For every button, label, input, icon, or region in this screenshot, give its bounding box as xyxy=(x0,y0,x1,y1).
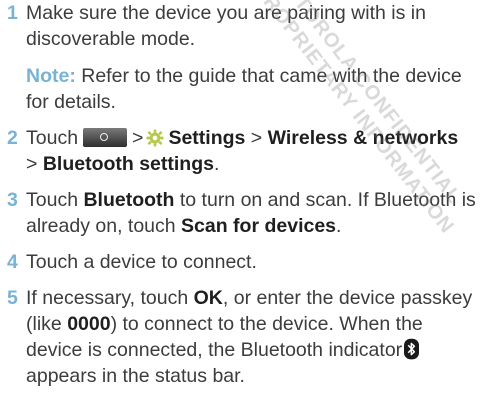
step-3: 3 Touch Bluetooth to turn on and scan. I… xyxy=(0,187,486,239)
step-number: 3 xyxy=(7,189,18,211)
passkey-example: 0000 xyxy=(67,313,111,335)
settings-label: Settings xyxy=(168,127,246,149)
scan-for-devices-label: Scan for devices xyxy=(181,215,337,237)
menu-key-icon xyxy=(83,128,128,147)
step-text: Touch a device to connect. xyxy=(26,251,257,273)
separator: > xyxy=(26,153,38,175)
step-number: 5 xyxy=(7,287,18,309)
bluetooth-icon xyxy=(404,338,420,360)
wireless-networks-label: Wireless & networks xyxy=(267,127,459,149)
separator: > xyxy=(132,127,144,149)
step-1: 1 Make sure the device you are pairing w… xyxy=(0,0,486,52)
ok-label: OK xyxy=(193,287,223,309)
period: . xyxy=(336,215,342,237)
step-5: 5 If necessary, touch OK, or enter the d… xyxy=(0,285,486,389)
gear-icon xyxy=(146,129,164,147)
period: . xyxy=(213,153,220,175)
step-text: appears in the status bar. xyxy=(26,365,245,387)
step-number: 4 xyxy=(7,251,18,273)
bluetooth-settings-label: Bluetooth settings xyxy=(42,153,214,175)
bluetooth-instructions: 1 Make sure the device you are pairing w… xyxy=(0,0,486,389)
step-4: 4 Touch a device to connect. xyxy=(0,249,486,275)
separator: > xyxy=(250,127,263,149)
step-text-touch: Touch xyxy=(26,189,79,211)
note-text: Refer to the guide that came with the de… xyxy=(26,65,462,113)
step-2: 2 Touch > Settings > Wireless & networks > … xyxy=(0,125,486,177)
bluetooth-label: Bluetooth xyxy=(83,189,175,211)
note: Note: Refer to the guide that came with … xyxy=(0,63,486,115)
step-text: Make sure the device you are pairing wit… xyxy=(26,2,426,50)
step-number: 1 xyxy=(7,2,18,24)
step-text-touch: Touch xyxy=(26,127,79,149)
step-number: 2 xyxy=(7,127,18,149)
step-text: If necessary, touch xyxy=(26,287,189,309)
note-label: Note: xyxy=(26,65,76,87)
